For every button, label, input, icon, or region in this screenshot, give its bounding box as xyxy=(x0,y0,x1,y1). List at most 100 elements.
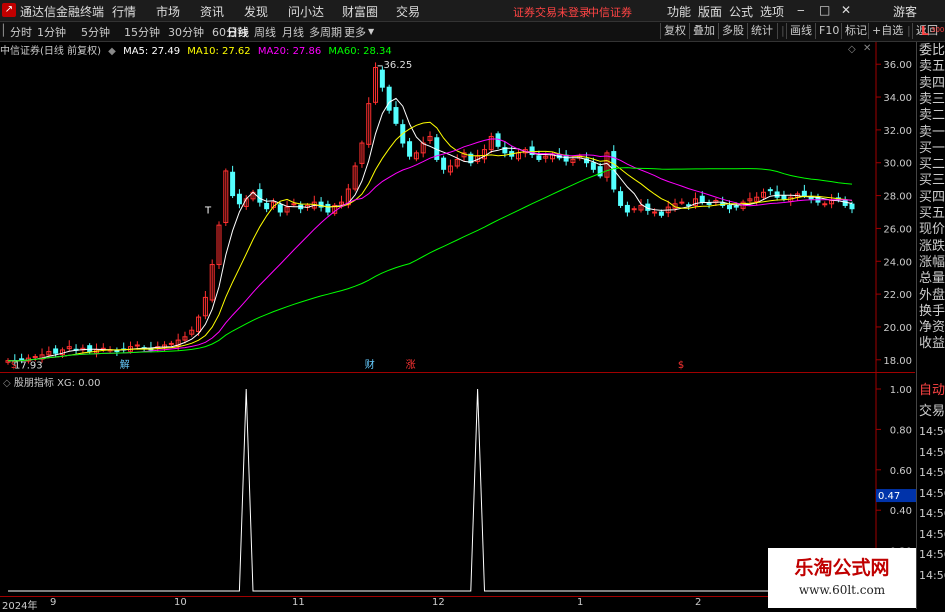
biaoji-button[interactable]: 标记 xyxy=(841,23,870,39)
tab-30min[interactable]: 30分钟 xyxy=(168,24,204,40)
menu-bar: ↗ 通达信金融终端 行情 市场 资讯 发现 问小达 财富圈 交易 证券交易未登录… xyxy=(0,0,945,22)
candle-down xyxy=(597,166,603,177)
side-field-label: 卖二 xyxy=(919,108,945,124)
candle-down xyxy=(53,348,59,354)
candle-down xyxy=(658,211,664,216)
date-label: 10 xyxy=(174,597,187,608)
side-field-label: 外盘 xyxy=(919,287,945,303)
tab-more[interactable]: 更多 xyxy=(344,24,366,40)
candle-down xyxy=(325,203,331,213)
menu-gongneng[interactable]: 功能 xyxy=(667,3,691,20)
side-field-label: 现价 xyxy=(919,222,945,238)
add-watchlist-button[interactable]: +自选 xyxy=(868,23,906,39)
menu-wenxiaoda[interactable]: 问小达 xyxy=(288,3,324,20)
tongji-button[interactable]: 统计 xyxy=(747,23,776,39)
date-label: 2 xyxy=(695,597,702,608)
side-field-label: 委比 xyxy=(919,43,945,58)
menu-zixun[interactable]: 资讯 xyxy=(200,3,224,20)
close-icon[interactable]: ✕ xyxy=(841,3,851,17)
date-label: 12 xyxy=(432,597,445,608)
broker-name[interactable]: 中信证券 xyxy=(588,4,632,20)
candle-down xyxy=(849,203,855,210)
candle-down xyxy=(699,195,705,203)
huaxian-button[interactable]: 画线 xyxy=(786,23,815,39)
marker-t-label: T xyxy=(204,206,212,217)
side-field-label: 买二 xyxy=(919,157,945,173)
diejia-button[interactable]: 叠加 xyxy=(689,23,718,39)
tab-multi-period[interactable]: 多周期 xyxy=(309,24,342,40)
tab-fenshi[interactable]: 分时 xyxy=(10,24,32,40)
side-time-label: 14:56 xyxy=(919,445,945,459)
guest-label[interactable]: 游客 xyxy=(893,3,917,20)
side-trade-label[interactable]: 交易 xyxy=(919,404,945,420)
menu-faxian[interactable]: 发现 xyxy=(244,3,268,20)
date-label: 2024年 xyxy=(2,601,38,612)
candle-down xyxy=(393,107,399,124)
tab-1min[interactable]: 1分钟 xyxy=(37,24,66,40)
menu-jiaoyi[interactable]: 交易 xyxy=(396,3,420,20)
menu-shichang[interactable]: 市场 xyxy=(156,3,180,20)
candle-down xyxy=(19,358,25,361)
tab-daily[interactable]: 日线 xyxy=(227,24,249,40)
side-time-label: 14:56 xyxy=(919,527,945,541)
menu-gongshi[interactable]: 公式 xyxy=(729,3,753,20)
side-time-label: 14:56 xyxy=(919,568,945,582)
side-time-label: 14:56 xyxy=(919,425,945,438)
maximize-icon[interactable]: □ xyxy=(819,3,830,17)
more-dropdown-icon[interactable]: ▼ xyxy=(368,27,374,36)
watermark-url: www.60lt.com xyxy=(798,583,886,597)
price-axis: 36.00 34.00 32.00 30.00 28.00 26.00 24.00 22.00… xyxy=(876,60,912,367)
f10-button[interactable]: F10 xyxy=(815,23,842,39)
candle-down xyxy=(781,195,787,200)
candle-down xyxy=(618,191,624,206)
candlestick-chart[interactable]: 36.00 34.00 32.00 30.00 28.00 26.00 24.00 22.00… xyxy=(0,42,916,372)
fuquan-button[interactable]: 复权 xyxy=(660,23,689,39)
watermark-logo: 乐淘公式网 www.60lt.com xyxy=(768,548,916,608)
indicator-current-label: 0.47 xyxy=(878,491,900,502)
candle-down xyxy=(236,193,242,205)
side-field-label: 买三 xyxy=(919,173,945,189)
price-tick-label: 34.00 xyxy=(883,93,912,104)
candle-up xyxy=(631,208,637,211)
candle-down xyxy=(624,204,630,213)
tab-weekly[interactable]: 周线 xyxy=(254,24,276,40)
event-marker: 解 xyxy=(120,358,130,371)
side-time-label: 14:56 xyxy=(919,466,945,479)
app-title: 通达信金融终端 xyxy=(20,5,105,19)
candle-down xyxy=(277,204,283,213)
login-notice[interactable]: 证券交易未登录 xyxy=(513,4,590,20)
side-trade-label[interactable]: 自动 xyxy=(919,383,945,399)
price-tick-label: 18.00 xyxy=(883,356,912,367)
candle-down xyxy=(536,155,542,160)
candle-up xyxy=(134,344,140,347)
level-badge-sub: 300 xyxy=(931,26,945,34)
tab-5min[interactable]: 5分钟 xyxy=(81,24,110,40)
event-markers: $ 解 财 涨 $ xyxy=(11,358,684,371)
tab-monthly[interactable]: 月线 xyxy=(282,24,304,40)
side-field-label: 卖四 xyxy=(919,75,945,91)
candle-up xyxy=(291,203,297,206)
period-toolbar: ▏ 分时 1分钟 5分钟 15分钟 30分钟 60分钟 日线 周线 月线 多周期… xyxy=(0,22,945,42)
side-field-label: 净资 xyxy=(919,320,945,336)
ma60-line xyxy=(7,167,853,362)
candle-up xyxy=(652,211,658,214)
indicator-tick-label: 1.00 xyxy=(890,385,912,396)
duogu-button[interactable]: 多股 xyxy=(718,23,747,39)
level-badge: L xyxy=(921,24,929,38)
event-marker: 财 xyxy=(365,358,375,371)
minimize-icon[interactable]: ‒ xyxy=(797,3,805,17)
candle-down xyxy=(379,69,385,88)
menu-caifuquan[interactable]: 财富圈 xyxy=(342,3,378,20)
menu-xuanxiang[interactable]: 选项 xyxy=(760,3,784,20)
tab-15min[interactable]: 15分钟 xyxy=(124,24,160,40)
side-field-label: 卖三 xyxy=(919,91,945,107)
ma-lines: 36.25 17.93 T xyxy=(7,60,853,372)
side-field-label: 卖一 xyxy=(919,124,945,140)
menu-banmian[interactable]: 版面 xyxy=(698,3,722,20)
menu-hangqing[interactable]: 行情 xyxy=(112,3,136,20)
high-price-label: 36.25 xyxy=(384,60,413,71)
candle-down xyxy=(264,202,270,210)
price-tick-label: 20.00 xyxy=(883,323,912,334)
candle-up xyxy=(32,356,38,359)
candle-down xyxy=(441,157,447,170)
